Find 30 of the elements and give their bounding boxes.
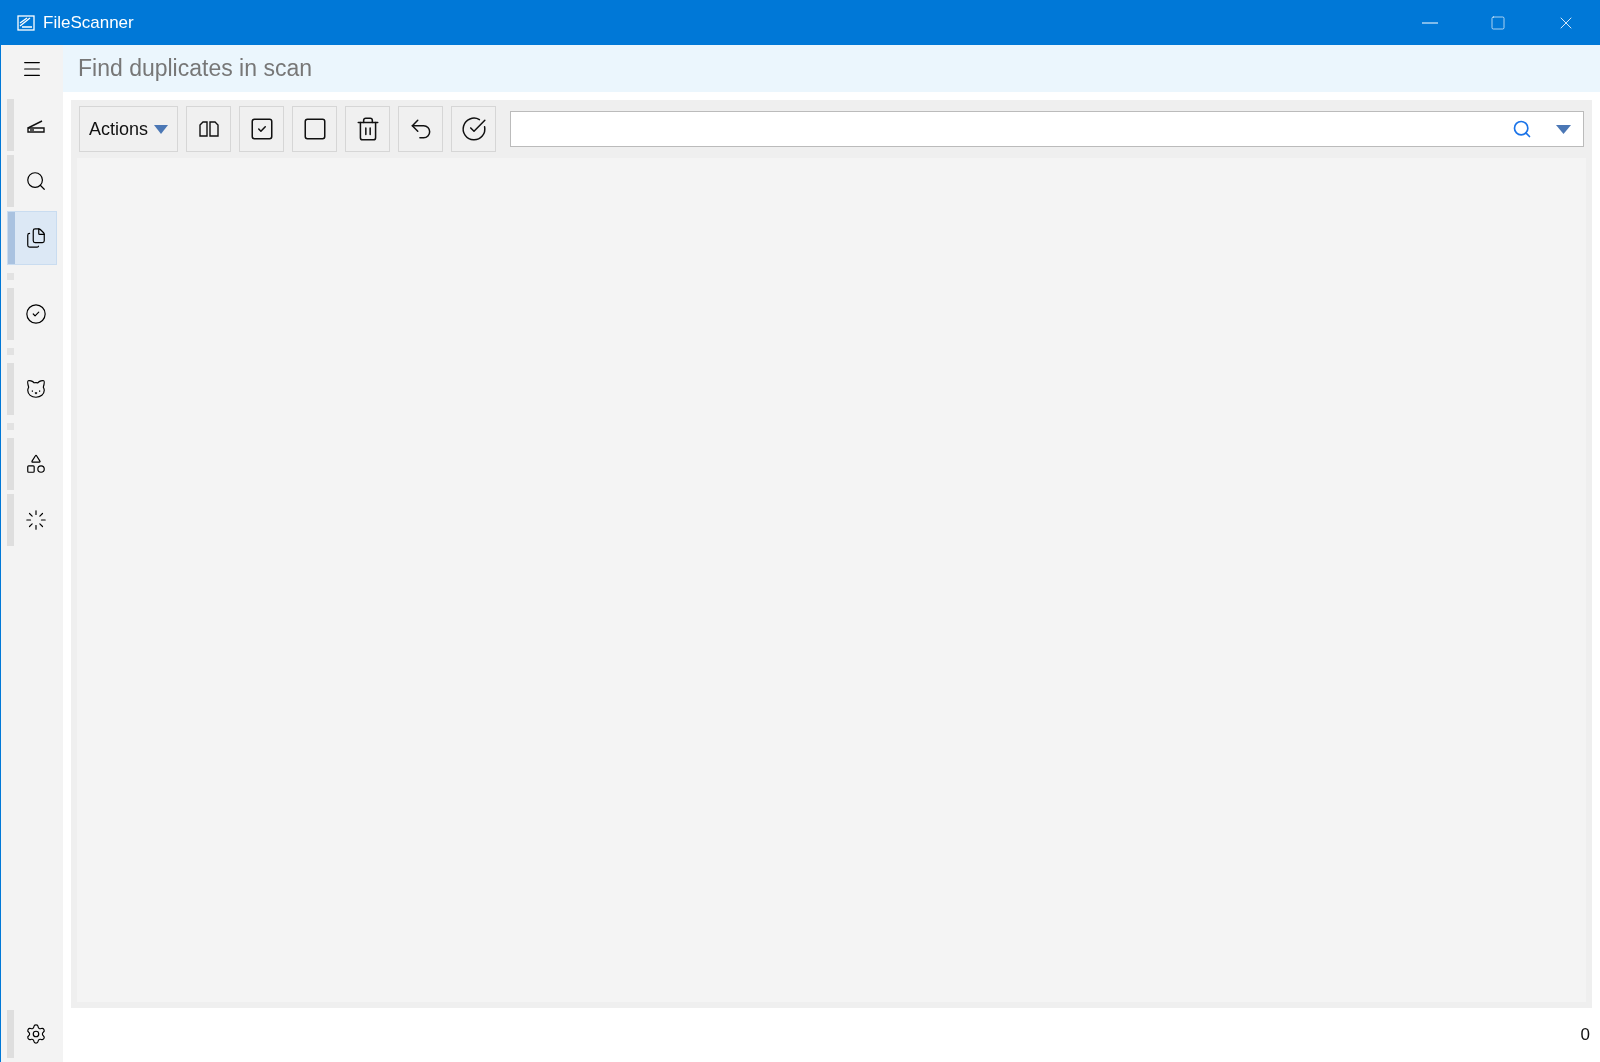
window-title: FileScanner <box>43 11 134 34</box>
check-all-button[interactable] <box>239 106 285 152</box>
app-icon <box>17 14 35 31</box>
trash-icon <box>354 116 381 142</box>
undo-button[interactable] <box>398 106 444 152</box>
documents-icon <box>196 121 221 137</box>
files-icon <box>24 227 47 249</box>
actions-dropdown[interactable]: Actions <box>79 106 179 152</box>
checked-box-icon <box>248 116 275 142</box>
search-icon <box>24 170 47 192</box>
apply-button[interactable] <box>451 106 497 152</box>
shapes-icon <box>24 453 47 475</box>
circle-check-icon <box>24 303 47 325</box>
settings-icon <box>24 1023 47 1045</box>
search-icon <box>1512 119 1532 139</box>
maximize-icon <box>1490 14 1506 31</box>
uncheck-all-button[interactable] <box>292 106 338 152</box>
compare-button[interactable] <box>186 106 232 152</box>
nav-item[interactable] <box>7 211 57 265</box>
caret-icon <box>154 124 169 134</box>
page-title: Find duplicates in scan <box>78 54 312 84</box>
item-count: 0 <box>1580 1024 1590 1047</box>
delete-button[interactable] <box>345 106 391 152</box>
search-field[interactable] <box>510 111 1584 147</box>
empty-box-icon <box>301 116 328 142</box>
loader-icon <box>24 509 47 531</box>
circle-check-icon <box>460 116 487 142</box>
minimize-icon <box>1422 21 1438 24</box>
cat-icon <box>24 378 47 400</box>
dropdown-caret-icon <box>1556 124 1571 134</box>
